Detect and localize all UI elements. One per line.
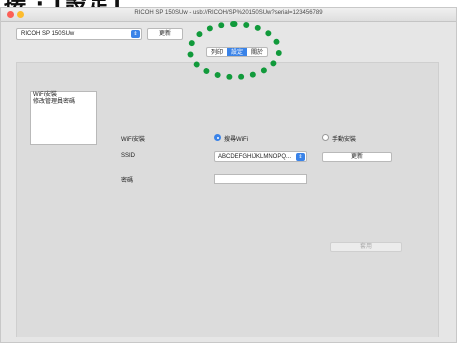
select-arrows-icon: ⇕ bbox=[131, 30, 140, 38]
apply-button[interactable]: 套用 bbox=[330, 242, 402, 252]
select-arrows-icon: ⇕ bbox=[296, 153, 305, 161]
refresh-printers-button[interactable]: 更新 bbox=[147, 28, 183, 40]
search-wifi-radio[interactable] bbox=[214, 134, 221, 141]
password-label: 密碼 bbox=[121, 178, 134, 184]
ssid-label: SSID bbox=[121, 153, 136, 159]
refresh-ssid-button[interactable]: 更新 bbox=[322, 152, 392, 162]
title-bar: RICOH SP 150SUw - usb://RICOH/SP%20150SU… bbox=[1, 8, 456, 22]
sidebar-item-wifi-setup[interactable]: WiFi安裝 bbox=[31, 92, 96, 99]
manual-setup-option-label: 手動安裝 bbox=[332, 137, 357, 143]
sidebar-item-change-admin-password[interactable]: 修改管理員密碼 bbox=[31, 99, 96, 106]
manual-setup-radio[interactable] bbox=[322, 134, 329, 141]
settings-category-list: WiFi安裝 修改管理員密碼 bbox=[30, 91, 97, 145]
window-title: RICOH SP 150SUw - usb://RICOH/SP%20150SU… bbox=[134, 10, 323, 16]
ssid-select-value: ABCDEFGHIJKLMNOPQ... bbox=[218, 154, 292, 160]
password-input[interactable] bbox=[214, 174, 307, 184]
search-wifi-option-label: 搜尋WiFi bbox=[224, 137, 248, 143]
ssid-select[interactable]: ABCDEFGHIJKLMNOPQ... ⇕ bbox=[214, 151, 307, 162]
printer-select-value: RICOH SP 150SUw bbox=[21, 31, 75, 37]
highlight-ring-callout bbox=[187, 21, 282, 80]
printer-select[interactable]: RICOH SP 150SUw ⇕ bbox=[16, 28, 142, 40]
wifi-setup-label: WiFi安裝 bbox=[121, 137, 145, 143]
